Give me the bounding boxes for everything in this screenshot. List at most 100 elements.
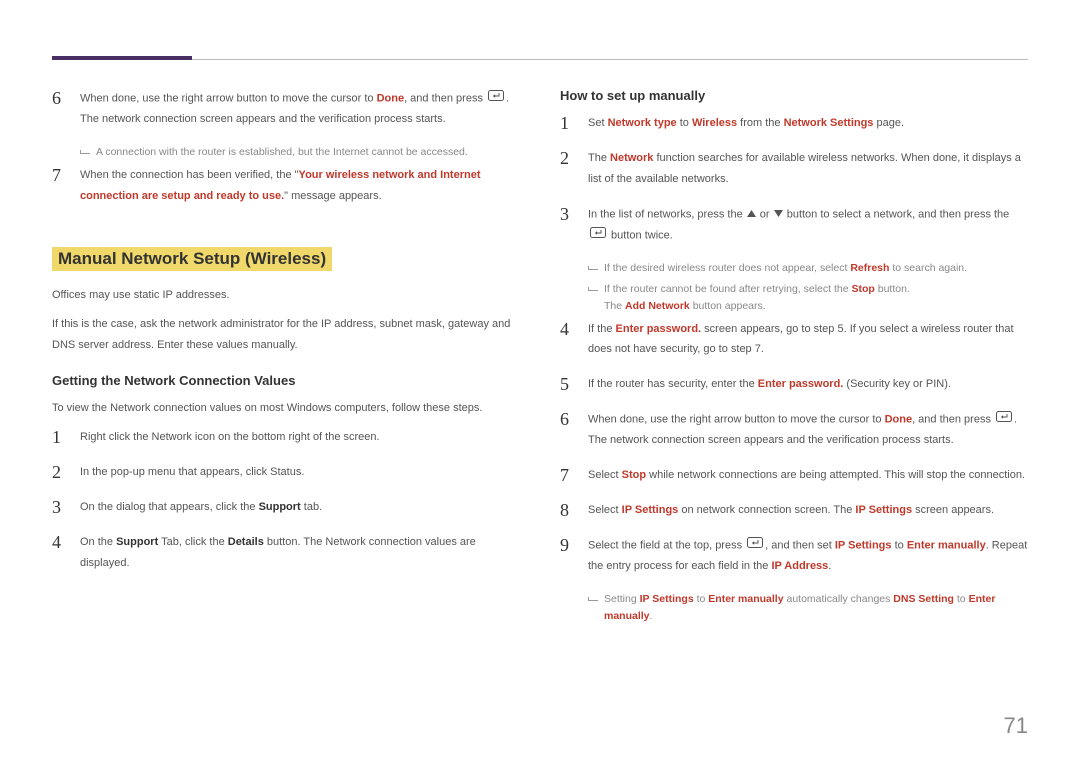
left-column: 6 When done, use the right arrow button t… [52, 88, 520, 629]
note-indicator-icon [80, 153, 90, 154]
text-run: , and then press [404, 92, 486, 104]
text-run: Tab, click the [158, 536, 228, 548]
text-run: Set [588, 117, 608, 129]
text-run: In the pop-up menu that appears, click S… [80, 466, 304, 478]
text-run: If the router cannot be found after retr… [604, 283, 851, 295]
step-number: 2 [560, 148, 574, 167]
text-run: to search again. [889, 262, 967, 274]
numbered-step: 9 Select the field at the top, press , an… [560, 535, 1028, 577]
note: A connection with the router is establis… [80, 144, 520, 161]
right-column: How to set up manually 1Set Network type … [560, 88, 1028, 629]
text-run: Network Settings [784, 117, 874, 129]
step-number: 9 [560, 535, 574, 554]
text-run: Stop [851, 283, 874, 295]
text-run: When the connection has been verified, t… [80, 169, 299, 181]
numbered-step: 5 If the router has security, enter the E… [560, 374, 1028, 395]
step-body: If the router has security, enter the En… [588, 374, 1028, 395]
text-run: to [677, 117, 692, 129]
step-number: 5 [560, 374, 574, 393]
step-number: 4 [560, 319, 574, 338]
document-page: 6 When done, use the right arrow button t… [0, 0, 1080, 763]
note-text: If the router cannot be found after retr… [604, 281, 1028, 315]
numbered-step: 1Right click the Network icon on the bot… [52, 427, 520, 448]
text-run: The [588, 152, 610, 164]
text-run: Add Network [625, 300, 690, 312]
accent-bar [52, 56, 192, 60]
note-indicator-icon [588, 269, 598, 270]
enter-icon [996, 409, 1012, 430]
step-body: In the list of networks, press the or bu… [588, 204, 1028, 247]
text-run: Refresh [850, 262, 889, 274]
numbered-step: 2 In the pop-up menu that appears, click … [52, 462, 520, 483]
numbered-step: 8Select IP Settings on network connectio… [560, 500, 1028, 521]
text-run: Enter password. [758, 378, 844, 390]
text-run: while network connections are being atte… [646, 469, 1025, 481]
section-title: Manual Network Setup (Wireless) [52, 247, 332, 271]
text-run: Support [259, 501, 301, 513]
sub-title: How to set up manually [560, 88, 1028, 103]
numbered-step: 6 When done, use the right arrow button t… [560, 409, 1028, 451]
numbered-step: 2 The Network function searches for avail… [560, 148, 1028, 190]
text-run: On the [80, 536, 116, 548]
numbered-step: 6 When done, use the right arrow button t… [52, 88, 520, 130]
text-run: If the desired wireless router does not … [604, 262, 850, 274]
text-run: When done, use the right arrow button to… [80, 92, 377, 104]
text-run: Select [588, 469, 622, 481]
two-column-layout: 6 When done, use the right arrow button t… [52, 88, 1028, 629]
text-run: Support [116, 536, 158, 548]
step-body: Select IP Settings on network connection… [588, 500, 1028, 521]
step-body: On the dialog that appears, click the Su… [80, 497, 520, 518]
text-run: IP Settings [640, 593, 694, 605]
step-body: Select Stop while network connections ar… [588, 465, 1028, 486]
step-number: 6 [52, 88, 66, 107]
text-run: On the dialog that appears, click the [80, 501, 259, 513]
paragraph: If this is the case, ask the network adm… [52, 314, 520, 356]
text-run: DNS Setting [893, 593, 954, 605]
step-body: In the pop-up menu that appears, click S… [80, 462, 520, 483]
text-run: to [694, 593, 709, 605]
text-run: A connection with the router is establis… [96, 146, 468, 158]
text-run: IP Settings [622, 504, 679, 516]
text-run: tab. [301, 501, 322, 513]
text-run: Select the field at the top, press [588, 540, 745, 552]
text-run: Select [588, 504, 622, 516]
text-run: If the router has security, enter the [588, 378, 758, 390]
text-run: (Security key or PIN). [843, 378, 951, 390]
text-run: . [828, 560, 831, 572]
step-body: Right click the Network icon on the bott… [80, 427, 520, 448]
text-run: to [954, 593, 969, 605]
step-number: 4 [52, 532, 66, 551]
enter-icon [747, 535, 763, 556]
text-run: , and then press [912, 414, 994, 426]
text-run: Network [610, 152, 653, 164]
note-indicator-icon [588, 290, 598, 291]
text-run: from the [737, 117, 783, 129]
text-run: , and then set [765, 540, 835, 552]
text-run: Enter password. [616, 323, 702, 335]
numbered-step: 1Set Network type to Wireless from the N… [560, 113, 1028, 134]
step-number: 3 [52, 497, 66, 516]
text-run: automatically changes [784, 593, 894, 605]
note-text: Setting IP Settings to Enter manually au… [604, 591, 1028, 625]
text-run: Network type [608, 117, 677, 129]
step-body: The Network function searches for availa… [588, 148, 1028, 190]
numbered-step: 7 When the connection has been verified, … [52, 165, 520, 207]
text-run: In the list of networks, press the [588, 208, 746, 220]
text-run: When done, use the right arrow button to… [588, 414, 885, 426]
text-run: . [650, 610, 653, 622]
text-run: button appears. [690, 300, 766, 312]
numbered-step: 7Select Stop while network connections a… [560, 465, 1028, 486]
step-body: Set Network type to Wireless from the Ne… [588, 113, 1028, 134]
step-number: 6 [560, 409, 574, 428]
text-run: Done [885, 414, 913, 426]
note-text: If the desired wireless router does not … [604, 260, 1028, 277]
text-run: Setting [604, 593, 640, 605]
text-run: The [604, 300, 625, 312]
step-body: Select the field at the top, press , and… [588, 535, 1028, 577]
step-number: 2 [52, 462, 66, 481]
step-number: 3 [560, 204, 574, 223]
note-text: A connection with the router is establis… [96, 144, 520, 161]
text-run: Stop [622, 469, 646, 481]
step-number: 7 [52, 165, 66, 184]
text-run: Details [228, 536, 264, 548]
